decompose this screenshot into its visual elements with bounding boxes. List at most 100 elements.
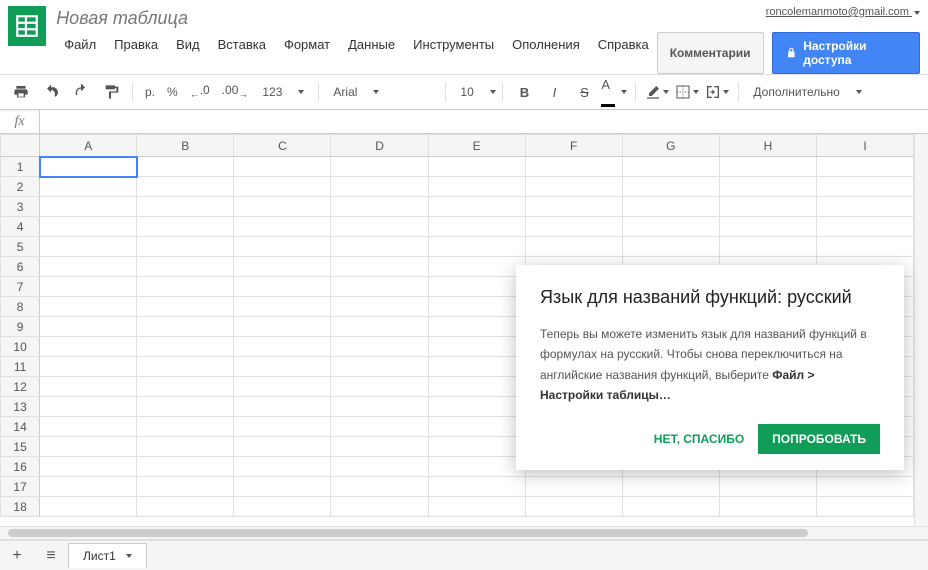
- strikethrough-button[interactable]: S: [571, 79, 597, 105]
- cell-B5[interactable]: [137, 237, 234, 257]
- cell-E4[interactable]: [428, 217, 525, 237]
- cell-D11[interactable]: [331, 357, 428, 377]
- text-color-button[interactable]: A: [601, 79, 627, 105]
- cell-B16[interactable]: [137, 457, 234, 477]
- percent-format-button[interactable]: %: [163, 85, 182, 99]
- cell-D16[interactable]: [331, 457, 428, 477]
- cell-F18[interactable]: [525, 497, 622, 517]
- cell-H17[interactable]: [719, 477, 816, 497]
- increase-decimal-button[interactable]: .00→: [218, 83, 253, 100]
- cell-A6[interactable]: [40, 257, 137, 277]
- select-all-corner[interactable]: [1, 135, 40, 157]
- row-header-9[interactable]: 9: [1, 317, 40, 337]
- font-family-dropdown[interactable]: Arial: [327, 85, 437, 99]
- cell-F4[interactable]: [525, 217, 622, 237]
- cell-I18[interactable]: [816, 497, 913, 517]
- row-header-16[interactable]: 16: [1, 457, 40, 477]
- cell-E9[interactable]: [428, 317, 525, 337]
- cell-C1[interactable]: [234, 157, 331, 177]
- more-toolbar-dropdown[interactable]: Дополнительно: [747, 85, 867, 99]
- formula-input[interactable]: [40, 110, 928, 133]
- cell-A7[interactable]: [40, 277, 137, 297]
- column-header-G[interactable]: G: [622, 135, 719, 157]
- cell-B6[interactable]: [137, 257, 234, 277]
- cell-A18[interactable]: [40, 497, 137, 517]
- add-sheet-button[interactable]: +: [0, 541, 34, 570]
- cell-A15[interactable]: [40, 437, 137, 457]
- cell-E8[interactable]: [428, 297, 525, 317]
- cell-E13[interactable]: [428, 397, 525, 417]
- cell-A5[interactable]: [40, 237, 137, 257]
- cell-B15[interactable]: [137, 437, 234, 457]
- cell-D4[interactable]: [331, 217, 428, 237]
- cell-A9[interactable]: [40, 317, 137, 337]
- column-header-A[interactable]: A: [40, 135, 137, 157]
- cell-E15[interactable]: [428, 437, 525, 457]
- cell-D7[interactable]: [331, 277, 428, 297]
- cell-C4[interactable]: [234, 217, 331, 237]
- cell-B8[interactable]: [137, 297, 234, 317]
- cell-A8[interactable]: [40, 297, 137, 317]
- row-header-8[interactable]: 8: [1, 297, 40, 317]
- cell-G5[interactable]: [622, 237, 719, 257]
- cell-G17[interactable]: [622, 477, 719, 497]
- cell-B14[interactable]: [137, 417, 234, 437]
- cell-H2[interactable]: [719, 177, 816, 197]
- column-header-E[interactable]: E: [428, 135, 525, 157]
- cell-A10[interactable]: [40, 337, 137, 357]
- column-header-F[interactable]: F: [525, 135, 622, 157]
- fill-color-button[interactable]: [644, 79, 670, 105]
- cell-F5[interactable]: [525, 237, 622, 257]
- doc-title[interactable]: Новая таблица: [56, 6, 657, 33]
- horizontal-scrollbar[interactable]: [0, 526, 928, 540]
- row-header-13[interactable]: 13: [1, 397, 40, 417]
- cell-I17[interactable]: [816, 477, 913, 497]
- cell-A2[interactable]: [40, 177, 137, 197]
- row-header-11[interactable]: 11: [1, 357, 40, 377]
- cell-A12[interactable]: [40, 377, 137, 397]
- cell-C2[interactable]: [234, 177, 331, 197]
- cell-C6[interactable]: [234, 257, 331, 277]
- cell-E5[interactable]: [428, 237, 525, 257]
- cell-F2[interactable]: [525, 177, 622, 197]
- cell-B9[interactable]: [137, 317, 234, 337]
- font-size-dropdown[interactable]: 10: [454, 85, 494, 99]
- cell-B17[interactable]: [137, 477, 234, 497]
- cell-D14[interactable]: [331, 417, 428, 437]
- cell-D17[interactable]: [331, 477, 428, 497]
- cell-B3[interactable]: [137, 197, 234, 217]
- column-header-D[interactable]: D: [331, 135, 428, 157]
- cell-B11[interactable]: [137, 357, 234, 377]
- row-header-3[interactable]: 3: [1, 197, 40, 217]
- cell-I4[interactable]: [816, 217, 913, 237]
- cell-B13[interactable]: [137, 397, 234, 417]
- menu-insert[interactable]: Вставка: [210, 33, 274, 56]
- row-header-5[interactable]: 5: [1, 237, 40, 257]
- cell-I5[interactable]: [816, 237, 913, 257]
- row-header-12[interactable]: 12: [1, 377, 40, 397]
- menu-addons[interactable]: Ополнения: [504, 33, 588, 56]
- cell-D9[interactable]: [331, 317, 428, 337]
- cell-C3[interactable]: [234, 197, 331, 217]
- cell-G2[interactable]: [622, 177, 719, 197]
- cell-D12[interactable]: [331, 377, 428, 397]
- column-header-B[interactable]: B: [137, 135, 234, 157]
- cell-E2[interactable]: [428, 177, 525, 197]
- cell-B4[interactable]: [137, 217, 234, 237]
- cell-C5[interactable]: [234, 237, 331, 257]
- cell-D15[interactable]: [331, 437, 428, 457]
- row-header-18[interactable]: 18: [1, 497, 40, 517]
- menu-tools[interactable]: Инструменты: [405, 33, 502, 56]
- merge-cells-button[interactable]: [704, 79, 730, 105]
- cell-E12[interactable]: [428, 377, 525, 397]
- cell-C9[interactable]: [234, 317, 331, 337]
- cell-G4[interactable]: [622, 217, 719, 237]
- cell-B2[interactable]: [137, 177, 234, 197]
- cell-A11[interactable]: [40, 357, 137, 377]
- currency-format-button[interactable]: р.: [141, 85, 159, 99]
- cell-I1[interactable]: [816, 157, 913, 177]
- cell-C10[interactable]: [234, 337, 331, 357]
- menu-help[interactable]: Справка: [590, 33, 657, 56]
- cell-H4[interactable]: [719, 217, 816, 237]
- cell-C16[interactable]: [234, 457, 331, 477]
